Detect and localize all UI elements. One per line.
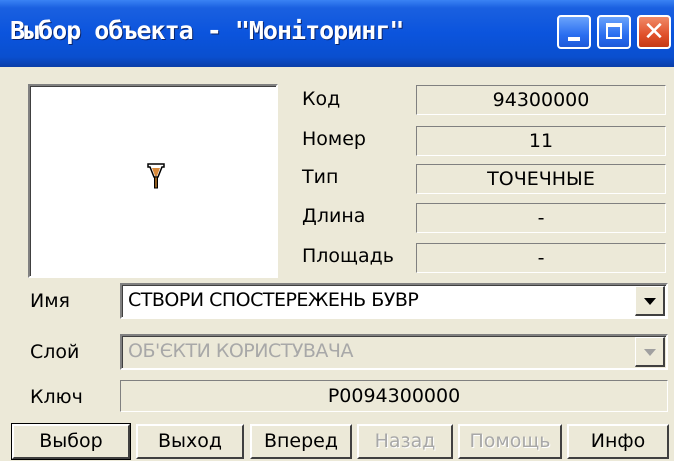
chevron-down-icon (644, 349, 656, 356)
key-label: Ключ (30, 386, 83, 408)
exit-button[interactable]: Выход (136, 424, 244, 459)
help-button: Помощь (458, 424, 562, 459)
window-title: Выбор объекта - "Моніторинг" (10, 16, 404, 45)
minimize-icon (568, 37, 580, 41)
forward-button[interactable]: Вперед (250, 424, 352, 459)
length-field: - (416, 203, 666, 233)
dialog-window: Выбор объекта - "Моніторинг" ✕ Код 94300… (0, 0, 674, 461)
object-preview (28, 84, 278, 278)
minimize-button[interactable] (557, 15, 591, 49)
name-select[interactable]: СТВОРИ СПОСТЕРЕЖЕНЬ БУВР (120, 283, 668, 319)
maximize-button[interactable] (597, 15, 631, 49)
area-label: Площадь (302, 245, 394, 267)
maximize-icon (606, 23, 622, 39)
layer-label: Слой (30, 341, 80, 363)
area-field: - (416, 243, 666, 273)
close-button[interactable]: ✕ (637, 15, 671, 49)
layer-dropdown-button (635, 337, 665, 367)
length-label: Длина (302, 205, 366, 227)
key-field: P0094300000 (120, 380, 668, 412)
point-marker-icon (147, 163, 165, 189)
layer-select-value: ОБ'ЄКТИ КОРИСТУВАЧА (128, 340, 353, 362)
layer-select: ОБ'ЄКТИ КОРИСТУВАЧА (120, 334, 668, 370)
info-button[interactable]: Инфо (567, 424, 669, 459)
name-select-value: СТВОРИ СПОСТЕРЕЖЕНЬ БУВР (128, 289, 419, 311)
close-icon: ✕ (643, 17, 665, 47)
name-dropdown-button[interactable] (635, 286, 665, 316)
number-field: 11 (416, 126, 666, 156)
back-button: Назад (357, 424, 453, 459)
type-label: Тип (302, 166, 339, 188)
name-label: Имя (30, 290, 70, 312)
code-field: 94300000 (416, 85, 666, 115)
number-label: Номер (302, 128, 366, 150)
code-label: Код (302, 88, 341, 110)
title-bar[interactable]: Выбор объекта - "Моніторинг" ✕ (0, 0, 674, 67)
select-button[interactable]: Выбор (11, 423, 131, 460)
type-field: ТОЧЕЧНЫЕ (416, 164, 666, 194)
chevron-down-icon (644, 298, 656, 305)
